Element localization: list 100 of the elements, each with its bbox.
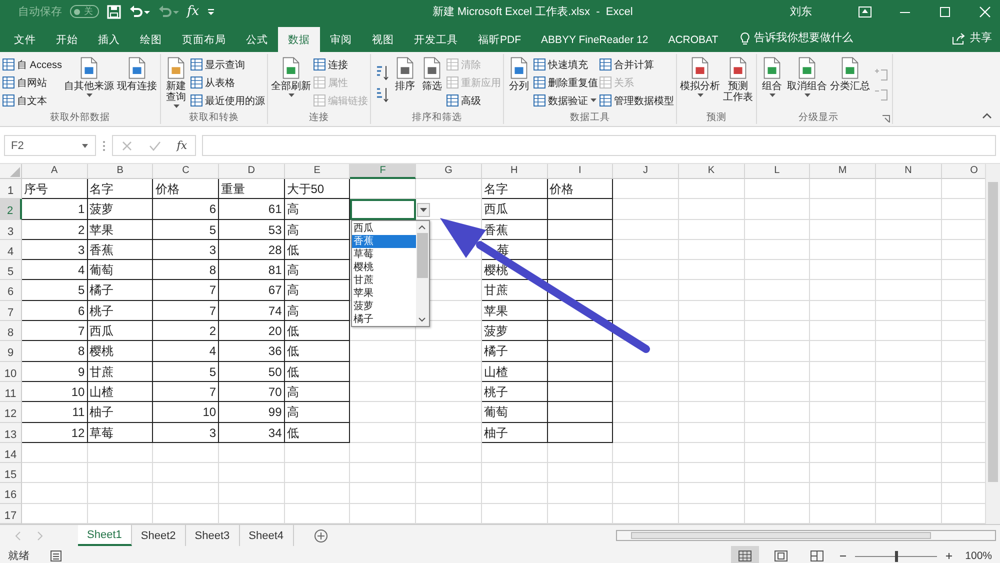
dialog-launcher-icon[interactable]	[882, 115, 890, 123]
ribbon-button[interactable]: 自其他来源	[63, 56, 116, 111]
ribbon-button[interactable]: 预测 工作表	[722, 56, 754, 111]
column-header[interactable]: O	[942, 164, 985, 179]
menu-tab[interactable]: 文件	[4, 27, 46, 52]
vertical-scrollbar[interactable]	[985, 164, 1000, 524]
ribbon-button[interactable]: 筛选	[419, 56, 446, 111]
menu-tab[interactable]: 视图	[362, 27, 404, 52]
row-header[interactable]: 17	[0, 504, 22, 524]
row-header[interactable]: 9	[0, 341, 22, 362]
row-header[interactable]: 15	[0, 463, 22, 484]
macro-record-icon[interactable]	[50, 550, 62, 562]
ribbon-small-button[interactable]: 合并计算	[599, 56, 674, 73]
close-icon[interactable]	[978, 6, 992, 18]
insert-function-button[interactable]: fx	[187, 4, 200, 19]
name-box[interactable]: F2	[4, 135, 96, 156]
row-header[interactable]: 11	[0, 382, 22, 402]
menu-tab[interactable]: 审阅	[320, 27, 362, 52]
add-sheet-icon[interactable]	[314, 528, 328, 542]
column-header[interactable]: E	[284, 164, 350, 179]
ribbon-small-button[interactable]: 自文本	[2, 92, 62, 109]
splitter-handle-icon[interactable]	[102, 138, 106, 152]
ribbon-small-button[interactable]: 自网站	[2, 74, 62, 91]
ribbon-small-button[interactable]: 删除重复值	[533, 74, 598, 91]
sort-ascending-icon[interactable]	[375, 64, 390, 80]
save-icon[interactable]	[107, 4, 121, 18]
formula-input[interactable]	[202, 135, 996, 156]
zoom-in-icon[interactable]	[945, 552, 954, 560]
user-name[interactable]: 刘东	[790, 4, 812, 19]
ribbon-button[interactable]: 模拟分析	[679, 56, 722, 111]
zoom-level[interactable]: 100%	[965, 550, 992, 562]
ribbon-display-icon[interactable]	[858, 6, 872, 18]
horizontal-scrollbar[interactable]	[616, 530, 996, 541]
row-header[interactable]: 6	[0, 280, 22, 301]
insert-function-button[interactable]: fx	[176, 139, 188, 152]
sheet-tab[interactable]: Sheet1	[78, 525, 132, 546]
ribbon-small-button[interactable]: 连接	[313, 56, 368, 73]
menu-tab[interactable]: 页面布局	[172, 27, 236, 52]
row-header[interactable]: 8	[0, 321, 22, 342]
column-header[interactable]: M	[810, 164, 876, 179]
column-header[interactable]: C	[153, 164, 220, 179]
collapse-ribbon-icon[interactable]	[982, 112, 992, 120]
tell-me-search[interactable]: 告诉我你想要做什么	[754, 30, 854, 45]
dropdown-option[interactable]: 甘蔗	[352, 274, 416, 287]
maximize-icon[interactable]	[938, 6, 952, 18]
scroll-down-icon[interactable]	[418, 316, 426, 323]
dropdown-option[interactable]: 橘子	[352, 312, 416, 326]
dropdown-option[interactable]: 樱桃	[352, 260, 416, 274]
ribbon-button[interactable]: 分列	[506, 56, 532, 111]
column-header[interactable]: A	[22, 164, 88, 179]
menu-tab[interactable]: 插入	[88, 27, 130, 52]
column-header[interactable]: I	[548, 164, 614, 179]
active-cell[interactable]	[350, 199, 416, 220]
ribbon-button[interactable]: 现有连接	[116, 56, 158, 111]
column-header[interactable]: K	[678, 164, 745, 179]
undo-icon[interactable]	[129, 4, 143, 18]
sort-descending-icon[interactable]	[375, 86, 390, 102]
ribbon-small-button[interactable]: 最近使用的源	[190, 92, 266, 109]
menu-tab[interactable]: 福昕PDF	[468, 27, 531, 52]
check-icon[interactable]	[148, 140, 161, 152]
row-header[interactable]: 1	[0, 179, 22, 200]
menu-tab[interactable]: ACROBAT	[658, 27, 728, 52]
customize-icon[interactable]	[207, 6, 216, 16]
share-icon[interactable]	[952, 33, 966, 45]
zoom-slider-thumb[interactable]	[895, 550, 898, 562]
column-header[interactable]: J	[613, 164, 679, 179]
ribbon-small-button[interactable]: 自 Access	[2, 56, 62, 73]
dropdown-option[interactable]: 菠萝	[352, 300, 416, 313]
column-header[interactable]: N	[876, 164, 942, 179]
column-header[interactable]: H	[482, 164, 548, 179]
ribbon-small-button[interactable]: 数据验证	[533, 92, 598, 109]
ribbon-button[interactable]: 组合	[759, 56, 786, 111]
row-header[interactable]: 4	[0, 240, 22, 260]
column-header[interactable]: B	[88, 164, 154, 179]
row-header[interactable]: 10	[0, 362, 22, 382]
dropdown-option[interactable]: 西瓜	[352, 222, 416, 235]
row-header[interactable]: 3	[0, 220, 22, 240]
ribbon-small-button[interactable]: 从表格	[190, 74, 266, 91]
ribbon-button[interactable]: 全部刷新	[270, 56, 312, 111]
row-header[interactable]: 7	[0, 300, 22, 322]
menu-tab[interactable]: 开始	[46, 27, 88, 52]
ribbon-small-button[interactable]: 管理数据模型	[599, 92, 674, 109]
ribbon-button[interactable]: 分类汇总	[829, 56, 872, 111]
share-button[interactable]: 共享	[970, 30, 992, 45]
dropdown-scrollbar[interactable]	[416, 220, 428, 326]
row-header[interactable]: 13	[0, 422, 22, 443]
row-header[interactable]: 12	[0, 402, 22, 423]
ribbon-small-button[interactable]: 高级	[446, 92, 502, 109]
column-header[interactable]: D	[219, 164, 285, 179]
dropdown-option[interactable]: 草莓	[352, 248, 416, 261]
menu-tab[interactable]: 数据	[278, 27, 320, 52]
dropdown-option[interactable]: 苹果	[352, 286, 416, 300]
ribbon-button[interactable]: 新建 查询	[163, 56, 190, 111]
menu-tab[interactable]: ABBYY FineReader 12	[531, 27, 658, 52]
column-header[interactable]: G	[416, 164, 482, 179]
row-header[interactable]: 2	[0, 199, 22, 220]
ribbon-small-button[interactable]: 显示查询	[190, 56, 266, 73]
ribbon-small-button[interactable]: 快速填充	[533, 56, 598, 73]
normal-view-button[interactable]	[731, 546, 760, 563]
menu-tab[interactable]: 绘图	[130, 27, 172, 52]
